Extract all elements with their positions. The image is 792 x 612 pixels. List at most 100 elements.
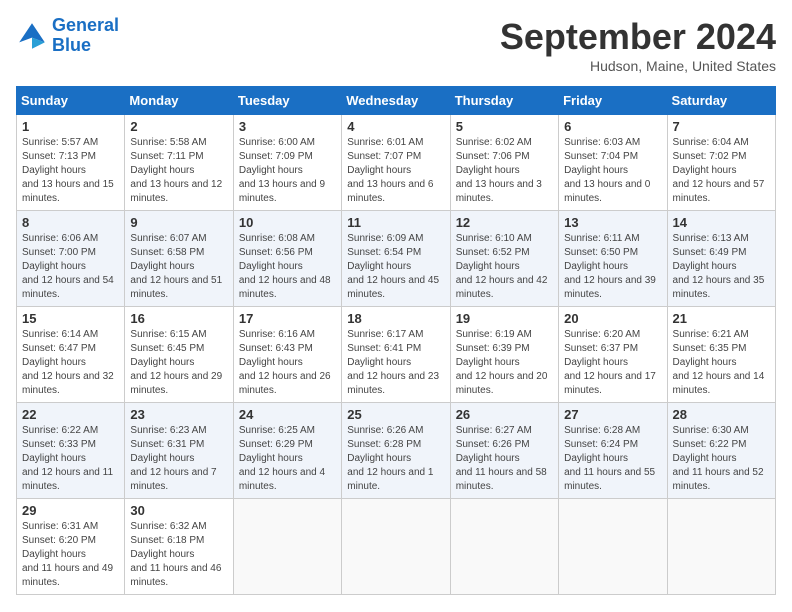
day-number: 27 (564, 407, 661, 422)
day-number: 22 (22, 407, 119, 422)
day-info: Sunrise: 6:06 AM Sunset: 7:00 PM Dayligh… (22, 232, 119, 302)
calendar-cell: 6 Sunrise: 6:03 AM Sunset: 7:04 PM Dayli… (559, 115, 667, 211)
day-number: 2 (130, 119, 227, 134)
calendar-cell: 15 Sunrise: 6:14 AM Sunset: 6:47 PM Dayl… (17, 307, 125, 403)
week-row-1: 1 Sunrise: 5:57 AM Sunset: 7:13 PM Dayli… (17, 115, 776, 211)
calendar-header-row: SundayMondayTuesdayWednesdayThursdayFrid… (17, 87, 776, 115)
day-info: Sunrise: 6:28 AM Sunset: 6:24 PM Dayligh… (564, 424, 661, 494)
day-number: 23 (130, 407, 227, 422)
day-info: Sunrise: 6:16 AM Sunset: 6:43 PM Dayligh… (239, 328, 336, 398)
calendar-cell (559, 499, 667, 595)
day-number: 14 (673, 215, 770, 230)
calendar-cell: 2 Sunrise: 5:58 AM Sunset: 7:11 PM Dayli… (125, 115, 233, 211)
day-info: Sunrise: 6:07 AM Sunset: 6:58 PM Dayligh… (130, 232, 227, 302)
day-number: 10 (239, 215, 336, 230)
day-number: 16 (130, 311, 227, 326)
day-info: Sunrise: 6:09 AM Sunset: 6:54 PM Dayligh… (347, 232, 444, 302)
calendar-cell: 25 Sunrise: 6:26 AM Sunset: 6:28 PM Dayl… (342, 403, 450, 499)
day-info: Sunrise: 6:25 AM Sunset: 6:29 PM Dayligh… (239, 424, 336, 494)
calendar-cell: 16 Sunrise: 6:15 AM Sunset: 6:45 PM Dayl… (125, 307, 233, 403)
calendar-cell (342, 499, 450, 595)
calendar-cell: 4 Sunrise: 6:01 AM Sunset: 7:07 PM Dayli… (342, 115, 450, 211)
calendar-cell: 17 Sunrise: 6:16 AM Sunset: 6:43 PM Dayl… (233, 307, 341, 403)
header-wednesday: Wednesday (342, 87, 450, 115)
day-number: 7 (673, 119, 770, 134)
day-number: 13 (564, 215, 661, 230)
logo: General Blue (16, 16, 119, 56)
day-info: Sunrise: 6:15 AM Sunset: 6:45 PM Dayligh… (130, 328, 227, 398)
day-info: Sunrise: 6:19 AM Sunset: 6:39 PM Dayligh… (456, 328, 553, 398)
calendar-cell: 23 Sunrise: 6:23 AM Sunset: 6:31 PM Dayl… (125, 403, 233, 499)
day-info: Sunrise: 6:04 AM Sunset: 7:02 PM Dayligh… (673, 136, 770, 206)
day-info: Sunrise: 6:32 AM Sunset: 6:18 PM Dayligh… (130, 520, 227, 590)
day-number: 26 (456, 407, 553, 422)
calendar-table: SundayMondayTuesdayWednesdayThursdayFrid… (16, 86, 776, 595)
header-sunday: Sunday (17, 87, 125, 115)
header-tuesday: Tuesday (233, 87, 341, 115)
calendar-cell (233, 499, 341, 595)
day-number: 30 (130, 503, 227, 518)
calendar-cell: 18 Sunrise: 6:17 AM Sunset: 6:41 PM Dayl… (342, 307, 450, 403)
day-info: Sunrise: 6:17 AM Sunset: 6:41 PM Dayligh… (347, 328, 444, 398)
calendar-cell: 30 Sunrise: 6:32 AM Sunset: 6:18 PM Dayl… (125, 499, 233, 595)
day-info: Sunrise: 5:57 AM Sunset: 7:13 PM Dayligh… (22, 136, 119, 206)
calendar-cell (450, 499, 558, 595)
day-info: Sunrise: 6:23 AM Sunset: 6:31 PM Dayligh… (130, 424, 227, 494)
calendar-cell: 8 Sunrise: 6:06 AM Sunset: 7:00 PM Dayli… (17, 211, 125, 307)
calendar-cell: 9 Sunrise: 6:07 AM Sunset: 6:58 PM Dayli… (125, 211, 233, 307)
calendar-cell: 24 Sunrise: 6:25 AM Sunset: 6:29 PM Dayl… (233, 403, 341, 499)
day-number: 19 (456, 311, 553, 326)
day-number: 28 (673, 407, 770, 422)
day-number: 25 (347, 407, 444, 422)
day-number: 29 (22, 503, 119, 518)
day-info: Sunrise: 6:22 AM Sunset: 6:33 PM Dayligh… (22, 424, 119, 494)
calendar-cell: 20 Sunrise: 6:20 AM Sunset: 6:37 PM Dayl… (559, 307, 667, 403)
page-header: General Blue September 2024 Hudson, Main… (16, 16, 776, 74)
header-monday: Monday (125, 87, 233, 115)
day-info: Sunrise: 6:31 AM Sunset: 6:20 PM Dayligh… (22, 520, 119, 590)
week-row-3: 15 Sunrise: 6:14 AM Sunset: 6:47 PM Dayl… (17, 307, 776, 403)
week-row-2: 8 Sunrise: 6:06 AM Sunset: 7:00 PM Dayli… (17, 211, 776, 307)
day-info: Sunrise: 6:27 AM Sunset: 6:26 PM Dayligh… (456, 424, 553, 494)
day-info: Sunrise: 6:08 AM Sunset: 6:56 PM Dayligh… (239, 232, 336, 302)
week-row-5: 29 Sunrise: 6:31 AM Sunset: 6:20 PM Dayl… (17, 499, 776, 595)
location: Hudson, Maine, United States (500, 58, 776, 74)
logo-text-line1: General (52, 16, 119, 36)
day-info: Sunrise: 6:14 AM Sunset: 6:47 PM Dayligh… (22, 328, 119, 398)
logo-text-line2: Blue (52, 36, 119, 56)
day-info: Sunrise: 5:58 AM Sunset: 7:11 PM Dayligh… (130, 136, 227, 206)
calendar-cell: 19 Sunrise: 6:19 AM Sunset: 6:39 PM Dayl… (450, 307, 558, 403)
calendar-cell: 3 Sunrise: 6:00 AM Sunset: 7:09 PM Dayli… (233, 115, 341, 211)
day-info: Sunrise: 6:20 AM Sunset: 6:37 PM Dayligh… (564, 328, 661, 398)
month-title: September 2024 (500, 16, 776, 58)
calendar-cell: 28 Sunrise: 6:30 AM Sunset: 6:22 PM Dayl… (667, 403, 775, 499)
calendar-cell: 21 Sunrise: 6:21 AM Sunset: 6:35 PM Dayl… (667, 307, 775, 403)
logo-icon (16, 20, 48, 52)
day-number: 3 (239, 119, 336, 134)
day-info: Sunrise: 6:02 AM Sunset: 7:06 PM Dayligh… (456, 136, 553, 206)
day-info: Sunrise: 6:26 AM Sunset: 6:28 PM Dayligh… (347, 424, 444, 494)
calendar-cell: 13 Sunrise: 6:11 AM Sunset: 6:50 PM Dayl… (559, 211, 667, 307)
calendar-cell: 7 Sunrise: 6:04 AM Sunset: 7:02 PM Dayli… (667, 115, 775, 211)
day-number: 11 (347, 215, 444, 230)
day-info: Sunrise: 6:13 AM Sunset: 6:49 PM Dayligh… (673, 232, 770, 302)
day-number: 1 (22, 119, 119, 134)
calendar-cell: 5 Sunrise: 6:02 AM Sunset: 7:06 PM Dayli… (450, 115, 558, 211)
day-number: 8 (22, 215, 119, 230)
calendar-cell: 10 Sunrise: 6:08 AM Sunset: 6:56 PM Dayl… (233, 211, 341, 307)
week-row-4: 22 Sunrise: 6:22 AM Sunset: 6:33 PM Dayl… (17, 403, 776, 499)
day-number: 24 (239, 407, 336, 422)
calendar-cell: 27 Sunrise: 6:28 AM Sunset: 6:24 PM Dayl… (559, 403, 667, 499)
day-info: Sunrise: 6:03 AM Sunset: 7:04 PM Dayligh… (564, 136, 661, 206)
day-number: 9 (130, 215, 227, 230)
day-info: Sunrise: 6:01 AM Sunset: 7:07 PM Dayligh… (347, 136, 444, 206)
day-info: Sunrise: 6:10 AM Sunset: 6:52 PM Dayligh… (456, 232, 553, 302)
calendar-cell: 22 Sunrise: 6:22 AM Sunset: 6:33 PM Dayl… (17, 403, 125, 499)
day-number: 5 (456, 119, 553, 134)
calendar-cell (667, 499, 775, 595)
day-info: Sunrise: 6:30 AM Sunset: 6:22 PM Dayligh… (673, 424, 770, 494)
day-info: Sunrise: 6:21 AM Sunset: 6:35 PM Dayligh… (673, 328, 770, 398)
day-number: 12 (456, 215, 553, 230)
day-number: 4 (347, 119, 444, 134)
header-friday: Friday (559, 87, 667, 115)
